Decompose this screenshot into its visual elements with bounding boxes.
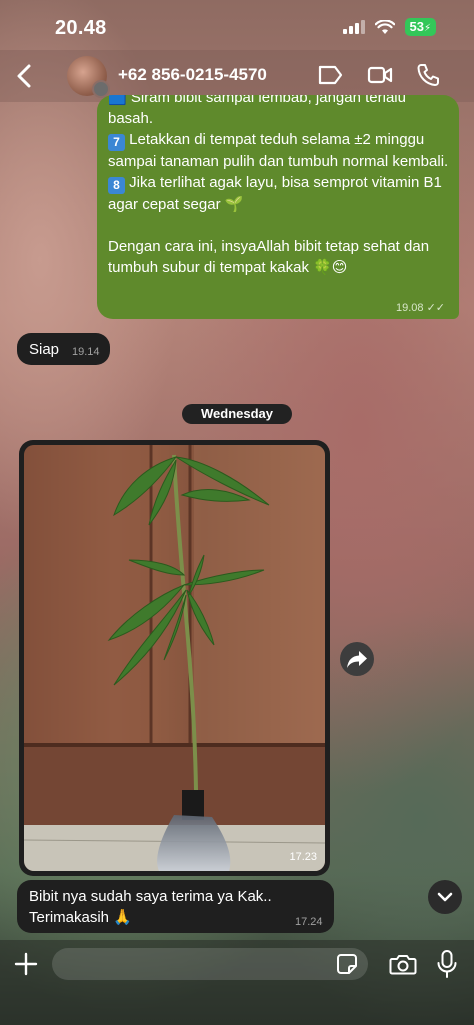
- battery-level: 53: [409, 19, 424, 34]
- keycap-7-icon: 7: [108, 134, 125, 151]
- keycap-8-icon: 8: [108, 177, 125, 194]
- camera-icon[interactable]: [389, 952, 417, 976]
- item-8-text: Jika terlihat agak layu, bisa semprot vi…: [108, 174, 442, 213]
- message-time: 19.14: [72, 346, 100, 358]
- back-icon[interactable]: [12, 62, 38, 90]
- message-text: Bibit nya sudah saya terima ya Kak.. Ter…: [29, 888, 272, 926]
- phone-icon[interactable]: [416, 62, 440, 88]
- message-line-partial: 🟦 Siram bibit sampai lembab, jangan terl…: [108, 95, 406, 106]
- message-item-7: 7 Letakkan di tempat teduh selama ±2 min…: [108, 129, 453, 172]
- signal-icon: [342, 20, 365, 34]
- video-call-icon[interactable]: [316, 62, 344, 88]
- plant-photo-image: [24, 445, 325, 871]
- message-time: 17.23: [289, 851, 317, 863]
- incoming-message-final[interactable]: Bibit nya sudah saya terima ya Kak.. Ter…: [17, 880, 334, 933]
- image-message[interactable]: 17.23: [19, 440, 330, 876]
- message-closing: Dengan cara ini, insyaAllah bibit tetap …: [108, 238, 430, 276]
- message-meta: 19.08 ✓✓: [396, 301, 445, 314]
- message-time: 19.08: [395, 302, 424, 314]
- battery-icon: 53⚡: [404, 18, 436, 36]
- message-text: Siap: [29, 341, 60, 358]
- message-input[interactable]: [52, 948, 368, 980]
- wifi-icon: [374, 19, 395, 34]
- message-time: 17.24: [295, 916, 323, 928]
- mic-icon[interactable]: [436, 949, 458, 979]
- message-item-8: 8 Jika terlihat agak layu, bisa semprot …: [108, 172, 453, 215]
- message-text: 🟦 Siram bibit sampai lembab, jangan terl…: [108, 95, 453, 278]
- message-line-basah: basah.: [108, 110, 154, 127]
- scroll-to-bottom-button[interactable]: [428, 880, 462, 914]
- item-7-text: Letakkan di tempat teduh selama ±2 mingg…: [108, 131, 449, 170]
- incoming-message-siap[interactable]: Siap 19.14: [17, 333, 110, 365]
- plant-photo[interactable]: 17.23: [24, 445, 325, 871]
- forward-icon: [347, 651, 367, 668]
- camera-call-icon[interactable]: [367, 62, 393, 88]
- status-icons: 53⚡: [342, 18, 436, 36]
- date-separator: Wednesday: [182, 404, 292, 424]
- input-bar: [0, 940, 474, 1025]
- status-time: 20.48: [55, 17, 107, 39]
- sticker-icon[interactable]: [336, 953, 358, 975]
- chevron-down-icon: [437, 892, 453, 902]
- read-receipt-icon: ✓✓: [426, 302, 445, 314]
- outgoing-message[interactable]: 🟦 Siram bibit sampai lembab, jangan terl…: [97, 95, 459, 319]
- plus-icon[interactable]: [12, 950, 40, 978]
- contact-name[interactable]: +62 856-0215-4570: [118, 65, 267, 85]
- forward-button[interactable]: [340, 642, 374, 676]
- status-bar: 20.48 53⚡: [0, 0, 474, 50]
